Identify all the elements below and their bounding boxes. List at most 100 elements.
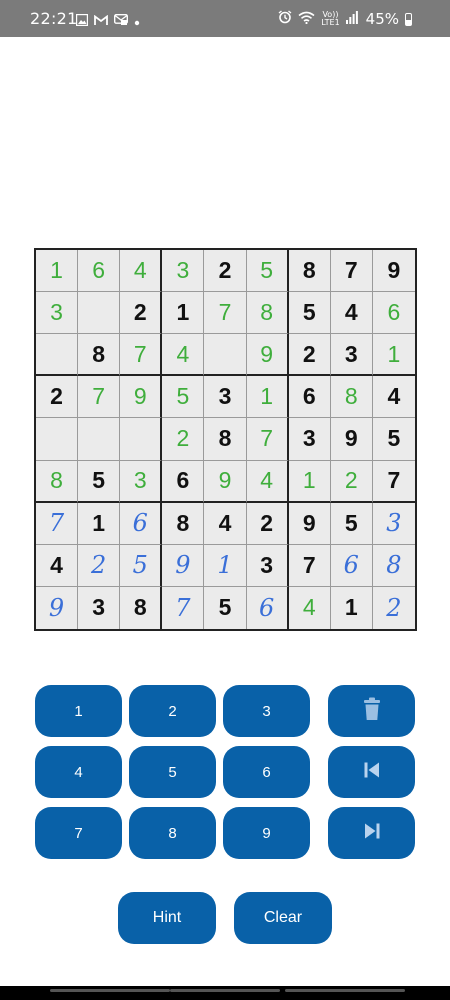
redo-button[interactable] <box>328 807 415 859</box>
sudoku-cell-r7c8[interactable]: 5 <box>330 502 373 545</box>
sudoku-cell-r2c1[interactable]: 3 <box>36 292 79 335</box>
sudoku-cell-r6c7[interactable]: 1 <box>288 460 331 503</box>
sudoku-cell-r2c5[interactable]: 7 <box>204 292 247 335</box>
sudoku-cell-r4c8[interactable]: 8 <box>330 376 373 419</box>
sudoku-cell-r9c5[interactable]: 5 <box>204 586 247 629</box>
sudoku-cell-r8c7[interactable]: 7 <box>288 544 331 587</box>
sudoku-cell-r2c9[interactable]: 6 <box>372 292 415 335</box>
sudoku-cell-r5c9[interactable]: 5 <box>372 418 415 461</box>
sudoku-cell-r3c7[interactable]: 2 <box>288 334 331 377</box>
number-button-7[interactable]: 7 <box>35 807 122 859</box>
sudoku-cell-r1c5[interactable]: 2 <box>204 250 247 293</box>
sudoku-cell-r2c2[interactable] <box>78 292 121 335</box>
sudoku-cell-r5c7[interactable]: 3 <box>288 418 331 461</box>
sudoku-cell-r7c9[interactable]: 3 <box>372 502 415 545</box>
sudoku-cell-r4c2[interactable]: 7 <box>78 376 121 419</box>
sudoku-cell-r7c2[interactable]: 1 <box>78 502 121 545</box>
sudoku-cell-r7c6[interactable]: 2 <box>246 502 289 545</box>
sudoku-cell-r7c3[interactable]: 6 <box>120 502 163 545</box>
sudoku-cell-r6c6[interactable]: 4 <box>246 460 289 503</box>
sudoku-cell-r9c7[interactable]: 4 <box>288 586 331 629</box>
sudoku-cell-r6c1[interactable]: 8 <box>36 460 79 503</box>
sudoku-cell-r6c8[interactable]: 2 <box>330 460 373 503</box>
sudoku-cell-r5c6[interactable]: 7 <box>246 418 289 461</box>
sudoku-cell-r4c4[interactable]: 5 <box>162 376 205 419</box>
sudoku-cell-r5c1[interactable] <box>36 418 79 461</box>
sudoku-cell-r4c1[interactable]: 2 <box>36 376 79 419</box>
sudoku-cell-r2c6[interactable]: 8 <box>246 292 289 335</box>
sudoku-cell-r4c3[interactable]: 9 <box>120 376 163 419</box>
number-button-6[interactable]: 6 <box>223 746 310 798</box>
volte-icon: Vo)) LTE1 <box>321 11 339 27</box>
sudoku-cell-r3c3[interactable]: 7 <box>120 334 163 377</box>
sudoku-cell-r8c1[interactable]: 4 <box>36 544 79 587</box>
sudoku-cell-r3c6[interactable]: 9 <box>246 334 289 377</box>
sudoku-cell-r1c3[interactable]: 4 <box>120 250 163 293</box>
sudoku-cell-r6c9[interactable]: 7 <box>372 460 415 503</box>
sudoku-cell-r8c3[interactable]: 5 <box>120 544 163 587</box>
sudoku-cell-r4c7[interactable]: 6 <box>288 376 331 419</box>
sudoku-cell-r1c1[interactable]: 1 <box>36 250 79 293</box>
number-button-8[interactable]: 8 <box>129 807 216 859</box>
clear-button[interactable]: Clear <box>234 892 332 944</box>
sudoku-cell-r2c3[interactable]: 2 <box>120 292 163 335</box>
number-button-2[interactable]: 2 <box>129 685 216 737</box>
sudoku-cell-r5c2[interactable] <box>78 418 121 461</box>
sudoku-cell-r3c1[interactable] <box>36 334 79 377</box>
sudoku-cell-r7c7[interactable]: 9 <box>288 502 331 545</box>
sudoku-cell-r4c5[interactable]: 3 <box>204 376 247 419</box>
sudoku-cell-r1c8[interactable]: 7 <box>330 250 373 293</box>
sudoku-cell-r2c7[interactable]: 5 <box>288 292 331 335</box>
sudoku-cell-r1c2[interactable]: 6 <box>78 250 121 293</box>
sudoku-cell-r8c5[interactable]: 1 <box>204 544 247 587</box>
sudoku-cell-r2c4[interactable]: 1 <box>162 292 205 335</box>
number-button-5[interactable]: 5 <box>129 746 216 798</box>
sudoku-cell-r5c3[interactable] <box>120 418 163 461</box>
sudoku-cell-r9c8[interactable]: 1 <box>330 586 373 629</box>
sudoku-cell-r3c4[interactable]: 4 <box>162 334 205 377</box>
sudoku-cell-r8c9[interactable]: 8 <box>372 544 415 587</box>
sudoku-cell-r6c5[interactable]: 9 <box>204 460 247 503</box>
sudoku-cell-r3c9[interactable]: 1 <box>372 334 415 377</box>
sudoku-cell-r7c5[interactable]: 4 <box>204 502 247 545</box>
sudoku-cell-r1c7[interactable]: 8 <box>288 250 331 293</box>
sudoku-cell-r8c8[interactable]: 6 <box>330 544 373 587</box>
sudoku-cell-r9c2[interactable]: 3 <box>78 586 121 629</box>
sudoku-cell-r3c8[interactable]: 3 <box>330 334 373 377</box>
sudoku-cell-r6c3[interactable]: 3 <box>120 460 163 503</box>
sudoku-cell-r9c3[interactable]: 8 <box>120 586 163 629</box>
sudoku-cell-r9c4[interactable]: 7 <box>162 586 205 629</box>
number-button-3[interactable]: 3 <box>223 685 310 737</box>
nav-pill-center[interactable] <box>170 989 280 992</box>
number-button-1[interactable]: 1 <box>35 685 122 737</box>
sudoku-cell-r8c2[interactable]: 2 <box>78 544 121 587</box>
number-button-9[interactable]: 9 <box>223 807 310 859</box>
sudoku-cell-r1c6[interactable]: 5 <box>246 250 289 293</box>
sudoku-cell-r8c6[interactable]: 3 <box>246 544 289 587</box>
sudoku-cell-r8c4[interactable]: 9 <box>162 544 205 587</box>
sudoku-cell-r6c4[interactable]: 6 <box>162 460 205 503</box>
sudoku-cell-r1c4[interactable]: 3 <box>162 250 205 293</box>
sudoku-cell-r7c1[interactable]: 7 <box>36 502 79 545</box>
sudoku-cell-r5c8[interactable]: 9 <box>330 418 373 461</box>
sudoku-cell-r3c5[interactable] <box>204 334 247 377</box>
sudoku-cell-r4c6[interactable]: 1 <box>246 376 289 419</box>
sudoku-cell-r3c2[interactable]: 8 <box>78 334 121 377</box>
sudoku-cell-r9c1[interactable]: 9 <box>36 586 79 629</box>
sudoku-cell-r7c4[interactable]: 8 <box>162 502 205 545</box>
sudoku-cell-r9c6[interactable]: 6 <box>246 586 289 629</box>
signal-icon <box>345 10 358 28</box>
sudoku-cell-r5c4[interactable]: 2 <box>162 418 205 461</box>
sudoku-cell-r5c5[interactable]: 8 <box>204 418 247 461</box>
hint-button[interactable]: Hint <box>118 892 216 944</box>
sudoku-cell-r4c9[interactable]: 4 <box>372 376 415 419</box>
sudoku-cell-r9c9[interactable]: 2 <box>372 586 415 629</box>
number-button-4[interactable]: 4 <box>35 746 122 798</box>
message-icon <box>113 12 129 30</box>
sudoku-cell-r6c2[interactable]: 5 <box>78 460 121 503</box>
delete-button[interactable] <box>328 685 415 737</box>
undo-button[interactable] <box>328 746 415 798</box>
sudoku-cell-r1c9[interactable]: 9 <box>372 250 415 293</box>
sudoku-board: 1643258793217854687492312795316842873958… <box>34 248 417 631</box>
sudoku-cell-r2c8[interactable]: 4 <box>330 292 373 335</box>
